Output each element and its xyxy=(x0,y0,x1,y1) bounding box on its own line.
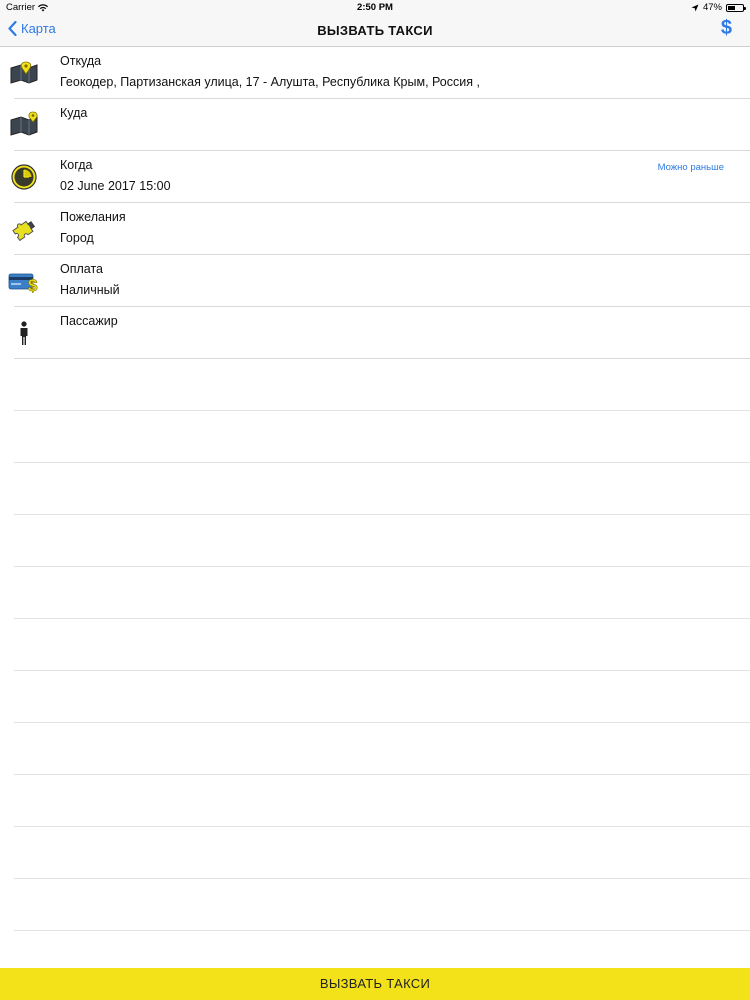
taxi-order-screen: Carrier 2:50 PM 47% Карта ВЫЗВАТЬ ТАКСИ … xyxy=(0,0,750,1000)
empty-list-row xyxy=(14,879,750,931)
row-when-label: Когда xyxy=(60,158,93,172)
map-pin-to-icon xyxy=(10,111,38,136)
status-right: 47% xyxy=(691,2,746,13)
page-title: ВЫЗВАТЬ ТАКСИ xyxy=(317,23,433,38)
row-wishes-value: Город xyxy=(60,231,94,245)
puzzle-icon xyxy=(12,220,36,242)
map-pin-from-icon xyxy=(10,61,38,84)
empty-list-row xyxy=(14,619,750,671)
row-passenger[interactable]: Пассажир xyxy=(14,307,750,359)
clock-icon xyxy=(11,164,37,190)
row-when-value: 02 June 2017 15:00 xyxy=(60,179,171,193)
row-from-label: Откуда xyxy=(60,54,102,68)
empty-list-row xyxy=(14,567,750,619)
empty-list-row xyxy=(14,671,750,723)
row-from-value: Геокодер, Партизанская улица, 17 - Алушт… xyxy=(60,75,480,89)
row-to[interactable]: Куда xyxy=(10,99,750,151)
status-bar: Carrier 2:50 PM 47% xyxy=(0,0,750,14)
battery-fill xyxy=(728,5,735,10)
call-taxi-button[interactable]: ВЫЗВАТЬ ТАКСИ xyxy=(0,968,750,1000)
empty-list-row xyxy=(14,463,750,515)
status-time: 2:50 PM xyxy=(357,2,393,13)
payment-card-icon: $ xyxy=(8,273,38,295)
battery-icon xyxy=(726,3,746,12)
dollar-icon[interactable]: $ xyxy=(721,17,732,40)
row-payment[interactable]: $ Оплата Наличный xyxy=(8,255,750,307)
row-from[interactable]: Откуда Геокодер, Партизанская улица, 17 … xyxy=(10,47,750,99)
order-form-list: Откуда Геокодер, Партизанская улица, 17 … xyxy=(0,47,750,931)
navigation-bar: Карта ВЫЗВАТЬ ТАКСИ $ xyxy=(0,14,750,47)
empty-list-row xyxy=(14,411,750,463)
row-passenger-label: Пассажир xyxy=(60,314,118,328)
row-payment-label: Оплата xyxy=(60,262,103,276)
person-icon xyxy=(20,321,28,345)
svg-text:$: $ xyxy=(28,276,38,295)
empty-list-row xyxy=(14,775,750,827)
empty-list-row xyxy=(14,359,750,411)
earlier-possible-link[interactable]: Можно раньше xyxy=(658,162,724,173)
row-wishes[interactable]: Пожелания Город xyxy=(12,203,750,255)
battery-percent: 47% xyxy=(702,2,722,13)
row-payment-value: Наличный xyxy=(60,283,120,297)
empty-list-row xyxy=(14,723,750,775)
empty-list-row xyxy=(14,827,750,879)
empty-list-row xyxy=(14,515,750,567)
row-to-label: Куда xyxy=(60,106,88,120)
row-when[interactable]: Когда 02 June 2017 15:00 Можно раньше xyxy=(11,151,750,203)
location-arrow-icon xyxy=(691,4,699,11)
row-wishes-label: Пожелания xyxy=(60,210,126,224)
